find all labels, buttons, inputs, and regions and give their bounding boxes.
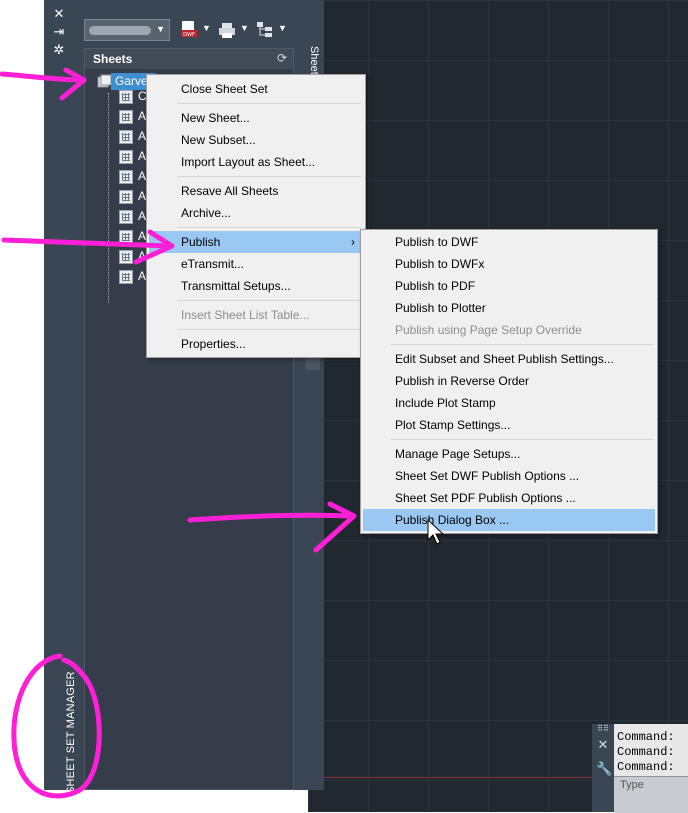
plot-dropdown-icon[interactable]: ▼ — [240, 23, 249, 33]
sheet-set-context-menu: Close Sheet Set New Sheet... New Subset.… — [146, 74, 366, 358]
menu-item-resave-all-sheets[interactable]: Resave All Sheets — [149, 180, 363, 202]
sheet-icon — [119, 270, 133, 284]
submenu-item-pdf-publish-options[interactable]: Sheet Set PDF Publish Options ... — [363, 487, 655, 509]
submenu-item-page-setup-override: Publish using Page Setup Override — [395, 323, 582, 337]
sheet-icon — [119, 170, 133, 184]
menu-separator — [177, 103, 361, 104]
submenu-item-reverse-order[interactable]: Publish in Reverse Order — [363, 370, 655, 392]
sheet-icon — [119, 110, 133, 124]
palette-title-strip: ✕ ⇥ ✲ SHEET SET MANAGER — [44, 0, 77, 794]
dwf-icon[interactable]: DWF — [180, 20, 198, 40]
plot-icon[interactable] — [218, 20, 236, 40]
palette-toolbar: ▼ DWF ▼ ▼ ▼ — [82, 18, 322, 44]
menu-item-insert-sheet-list-table: Insert Sheet List Table... — [181, 308, 310, 322]
submenu-item-publish-to-dwfx[interactable]: Publish to DWFx — [363, 253, 655, 275]
sheet-tree-options-icon[interactable] — [256, 20, 274, 40]
command-history-line: Command: — [617, 745, 675, 759]
menu-item-import-layout[interactable]: Import Layout as Sheet... — [149, 151, 363, 173]
menu-separator — [177, 227, 361, 228]
command-history-line: Command: — [617, 760, 675, 774]
publish-submenu: Publish to DWF Publish to DWFx Publish t… — [360, 229, 658, 534]
canvas-axis-line — [308, 777, 608, 778]
menu-item-new-subset[interactable]: New Subset... — [149, 129, 363, 151]
menu-item-publish[interactable]: Publish › — [149, 231, 363, 253]
menu-separator — [177, 329, 361, 330]
svg-text:DWF: DWF — [183, 32, 195, 38]
submenu-item-publish-to-dwf[interactable]: Publish to DWF — [363, 231, 655, 253]
sheet-icon — [119, 190, 133, 204]
submenu-item-publish-to-plotter[interactable]: Publish to Plotter — [363, 297, 655, 319]
command-history-line: Command: — [617, 730, 675, 744]
close-icon[interactable]: ✕ — [49, 6, 69, 24]
sheet-icon — [119, 250, 133, 264]
command-input[interactable]: Type — [614, 776, 688, 813]
grip-icon[interactable]: ⠿⠿ — [596, 724, 610, 733]
sheet-name: A — [138, 269, 147, 283]
pin-icon[interactable]: ⇥ — [49, 24, 69, 42]
wrench-icon[interactable]: 🔧 — [596, 762, 612, 777]
command-window: Command: Command: Command: Type — [614, 724, 688, 813]
menu-item-close-sheet-set[interactable]: Close Sheet Set — [149, 78, 363, 100]
submenu-item-plot-stamp-settings[interactable]: Plot Stamp Settings... — [363, 414, 655, 436]
sheets-header: Sheets ⟳ — [85, 49, 293, 69]
submenu-item-dwf-publish-options[interactable]: Sheet Set DWF Publish Options ... — [363, 465, 655, 487]
close-icon[interactable]: ✕ — [596, 738, 610, 753]
sheet-icon — [119, 130, 133, 144]
redacted-sheet-set-name — [89, 26, 151, 35]
refresh-icon[interactable]: ⟳ — [277, 51, 287, 65]
submenu-item-publish-dialog-box[interactable]: Publish Dialog Box ... — [363, 509, 655, 531]
menu-item-new-sheet[interactable]: New Sheet... — [149, 107, 363, 129]
dwf-dropdown-icon[interactable]: ▼ — [202, 23, 211, 33]
command-window-side-bar: ⠿⠿ ✕ 🔧 — [592, 724, 614, 812]
command-input-placeholder: Type — [620, 779, 644, 791]
submenu-item-publish-to-pdf[interactable]: Publish to PDF — [363, 275, 655, 297]
submenu-item-manage-page-setups[interactable]: Manage Page Setups... — [363, 443, 655, 465]
menu-separator — [177, 300, 361, 301]
sheet-set-dropdown[interactable]: ▼ — [84, 19, 170, 41]
sheet-icon — [119, 90, 133, 104]
sheets-title: Sheets — [93, 52, 133, 66]
sheet-icon — [119, 230, 133, 244]
menu-separator — [391, 439, 653, 440]
sheet-icon — [119, 210, 133, 224]
submenu-item-edit-publish-settings[interactable]: Edit Subset and Sheet Publish Settings..… — [363, 348, 655, 370]
chevron-down-icon: ▼ — [156, 24, 165, 34]
menu-item-transmittal-setups[interactable]: Transmittal Setups... — [149, 275, 363, 297]
menu-item-properties[interactable]: Properties... — [149, 333, 363, 355]
sheet-icon — [119, 150, 133, 164]
menu-separator — [391, 344, 653, 345]
menu-item-archive[interactable]: Archive... — [149, 202, 363, 224]
tree-options-dropdown-icon[interactable]: ▼ — [278, 23, 287, 33]
submenu-item-include-plot-stamp[interactable]: Include Plot Stamp — [363, 392, 655, 414]
menu-item-etransmit[interactable]: eTransmit... — [149, 253, 363, 275]
menu-separator — [177, 176, 361, 177]
menu-item-publish-label: Publish — [181, 235, 221, 249]
settings-icon[interactable]: ✲ — [49, 42, 69, 60]
submenu-arrow-icon: › — [351, 235, 355, 249]
